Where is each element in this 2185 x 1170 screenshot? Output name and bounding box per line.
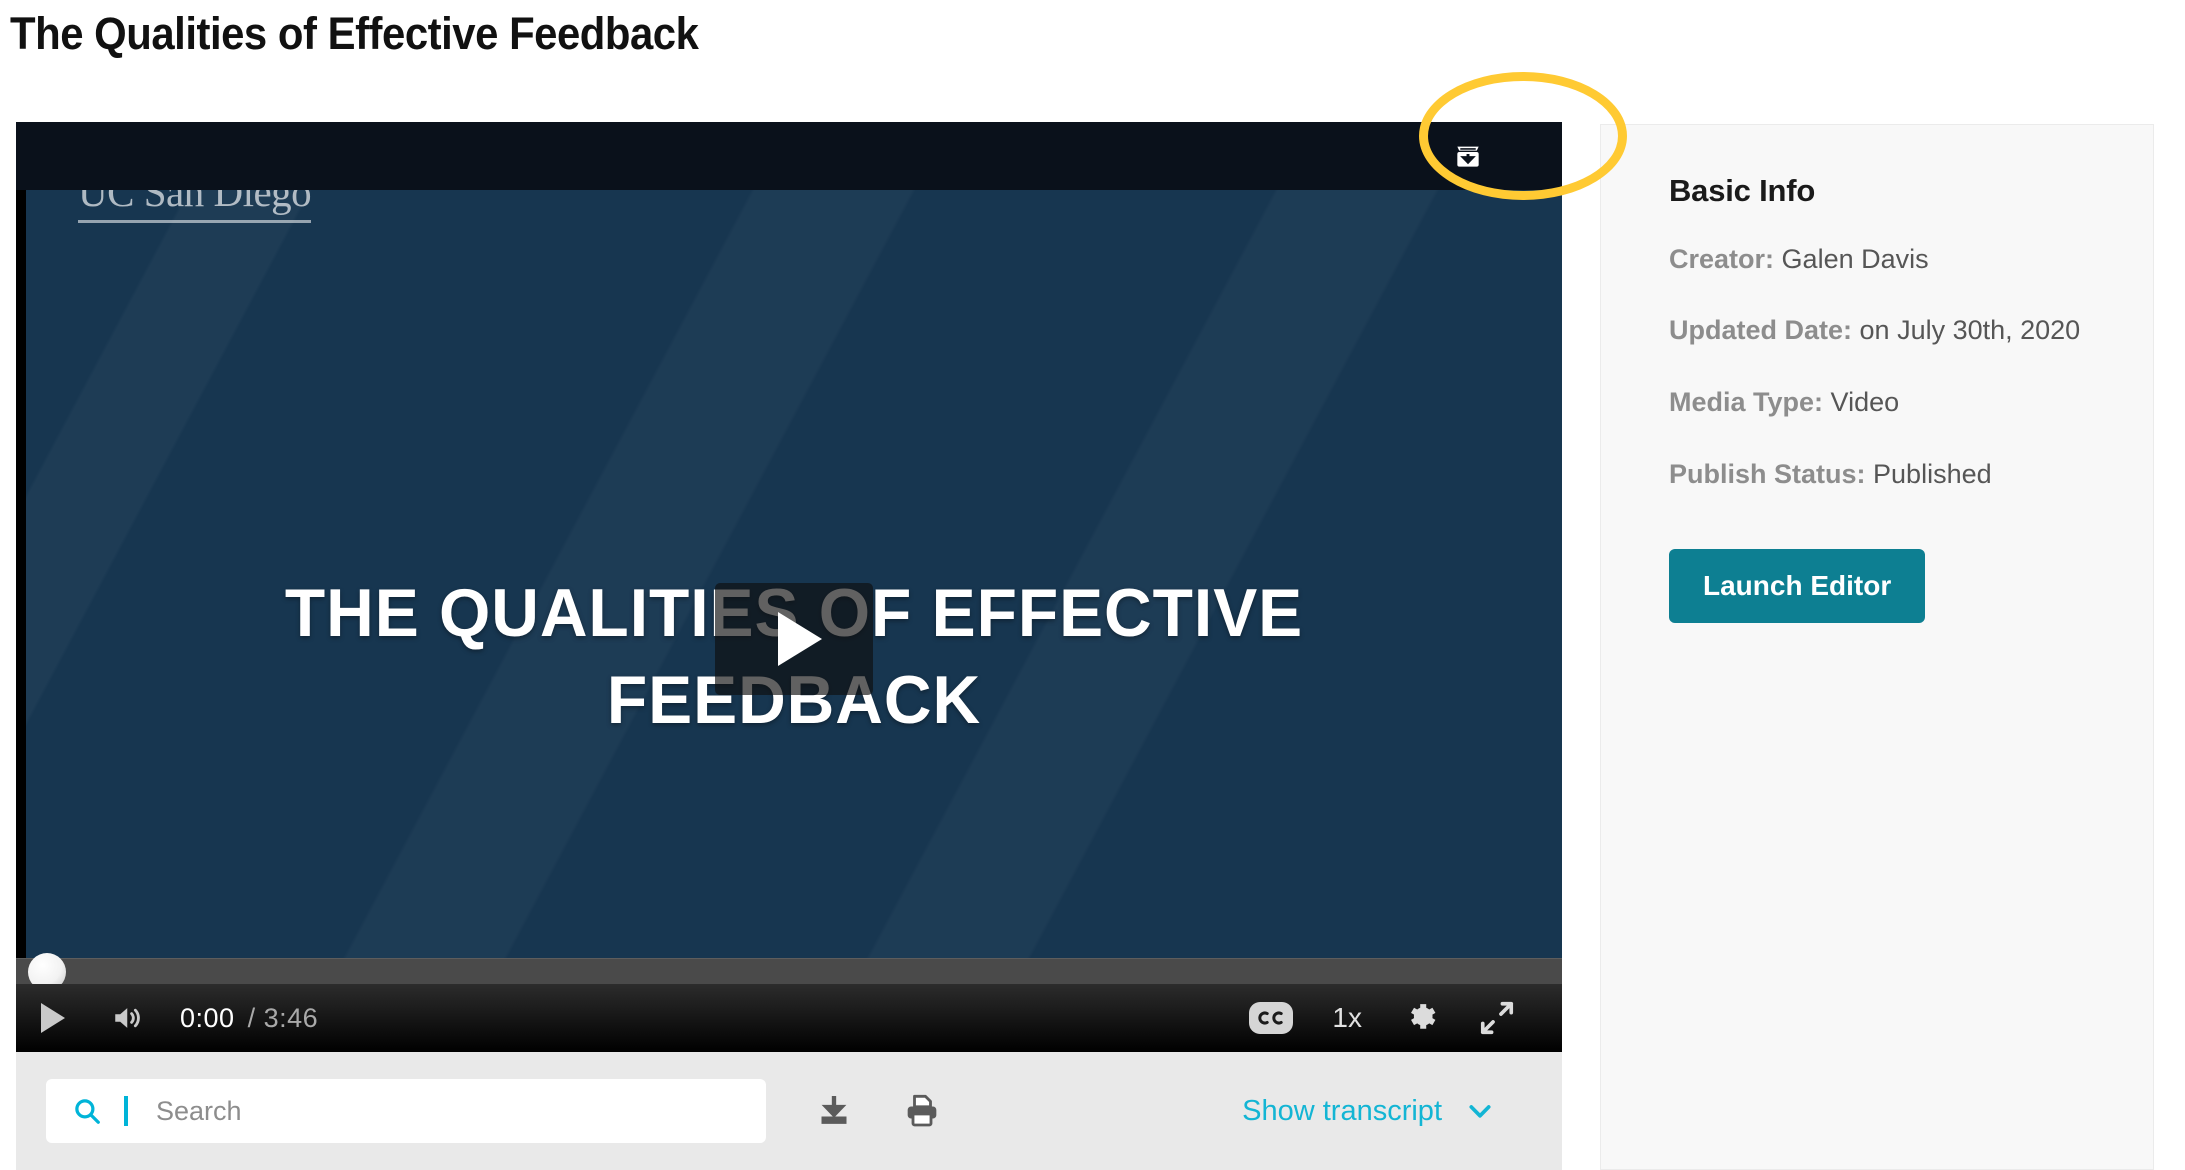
- fullscreen-button[interactable]: [1476, 997, 1518, 1039]
- settings-button[interactable]: [1400, 997, 1442, 1039]
- launch-editor-button[interactable]: Launch Editor: [1669, 549, 1926, 623]
- info-value: Video: [1830, 387, 1900, 417]
- video-control-bar[interactable]: 0:00 / 3:46 1x: [16, 984, 1562, 1052]
- video-stage[interactable]: UC San Diego THE QUALITIES OF EFFECTIVE …: [26, 190, 1562, 1052]
- playback-speed-button[interactable]: 1x: [1328, 1002, 1366, 1034]
- info-row-publish-status: Publish Status: Published: [1669, 459, 1992, 490]
- show-transcript-toggle[interactable]: Show transcript: [1242, 1095, 1496, 1128]
- transcript-toolbar: Show transcript: [16, 1052, 1562, 1170]
- player-top-bar: [16, 122, 1562, 190]
- play-icon: [778, 612, 822, 666]
- chevron-down-icon: [1469, 1105, 1491, 1118]
- search-input[interactable]: [156, 1095, 748, 1127]
- transcript-search-box[interactable]: [46, 1079, 766, 1143]
- show-transcript-label: Show transcript: [1242, 1094, 1442, 1127]
- info-label: Publish Status:: [1669, 459, 1866, 489]
- play-icon: [41, 1003, 65, 1033]
- right-controls-group: 1x: [1248, 995, 1562, 1041]
- current-time: 0:00: [180, 1002, 235, 1033]
- info-value: Published: [1873, 459, 1992, 489]
- time-display: 0:00 / 3:46: [180, 1003, 318, 1034]
- play-overlay-button[interactable]: [715, 583, 873, 695]
- info-row-creator: Creator: Galen Davis: [1669, 244, 1929, 275]
- info-value: on July 30th, 2020: [1859, 315, 2081, 345]
- download-tray-icon: [1457, 146, 1479, 167]
- info-row-media-type: Media Type: Video: [1669, 387, 1899, 418]
- basic-info-heading: Basic Info: [1669, 173, 1816, 208]
- info-label: Media Type:: [1669, 387, 1824, 417]
- video-progress-scrubber[interactable]: [16, 953, 1562, 991]
- duration-time: / 3:46: [247, 1002, 319, 1033]
- info-value: Galen Davis: [1781, 244, 1929, 274]
- uc-san-diego-watermark: UC San Diego: [78, 190, 312, 223]
- fullscreen-expand-icon: [1480, 1001, 1514, 1035]
- closed-caption-button[interactable]: [1248, 995, 1294, 1041]
- download-video-button[interactable]: [1452, 140, 1484, 172]
- transcript-actions: [814, 1091, 942, 1131]
- video-player[interactable]: UC San Diego THE QUALITIES OF EFFECTIVE …: [16, 122, 1562, 1052]
- volume-icon: [115, 1008, 140, 1028]
- volume-button[interactable]: [90, 984, 166, 1052]
- closed-caption-icon: [1249, 1002, 1294, 1034]
- download-icon: [821, 1096, 847, 1124]
- info-label: Creator:: [1669, 244, 1775, 274]
- gear-icon: [1411, 1004, 1436, 1029]
- play-button[interactable]: [16, 984, 90, 1052]
- info-label: Updated Date:: [1669, 315, 1853, 345]
- printer-icon: [907, 1094, 937, 1127]
- download-transcript-button[interactable]: [814, 1091, 854, 1131]
- page-title: The Qualities of Effective Feedback: [10, 8, 699, 59]
- print-transcript-button[interactable]: [902, 1091, 942, 1131]
- basic-info-panel: Basic Info Creator: Galen Davis Updated …: [1600, 124, 2154, 1170]
- info-row-updated-date: Updated Date: on July 30th, 2020: [1669, 315, 2080, 346]
- text-cursor: [124, 1096, 128, 1126]
- search-icon: [75, 1099, 100, 1124]
